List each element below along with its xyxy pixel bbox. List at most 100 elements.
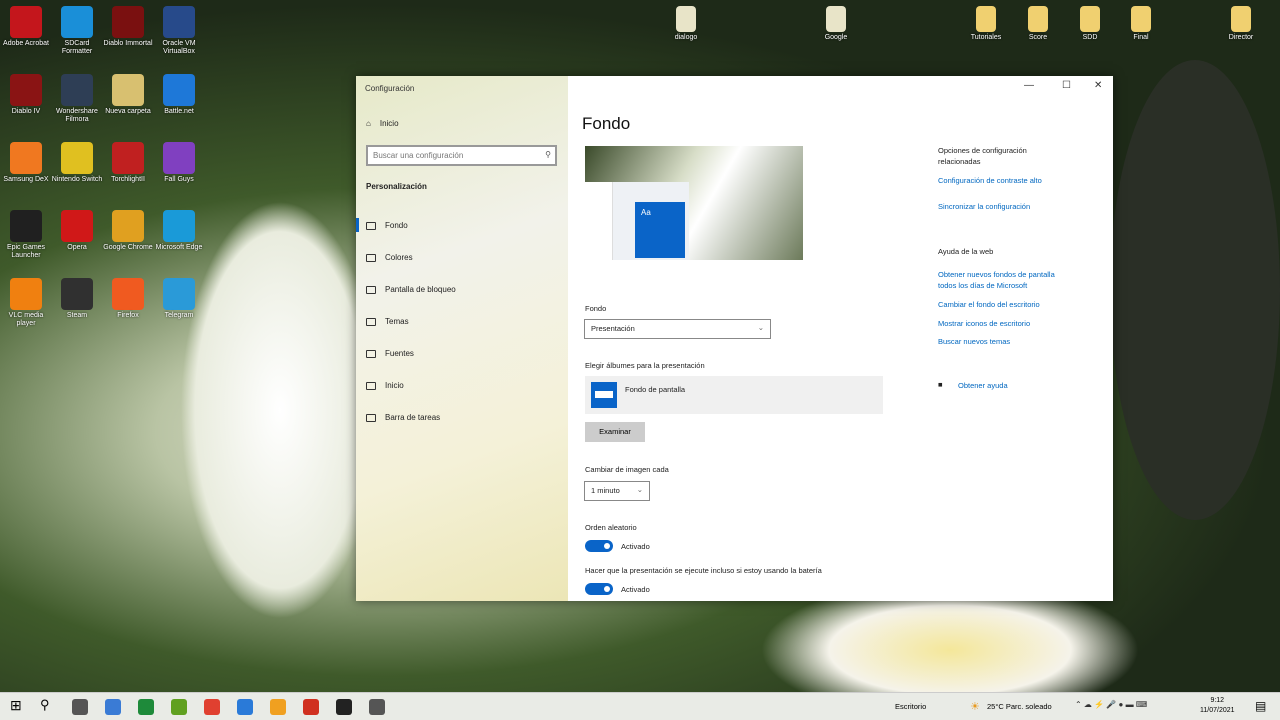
desktop-icon[interactable]: Score (1012, 6, 1064, 42)
taskbar-app-icon[interactable] (105, 699, 121, 715)
taskbar-app-icon[interactable] (138, 699, 154, 715)
background-preview: Aa (585, 146, 803, 260)
desktop-icon[interactable]: Tutoriales (960, 6, 1012, 42)
image-icon (366, 221, 376, 230)
desktop-icon[interactable]: Epic Games Launcher (0, 210, 52, 260)
interval-dropdown[interactable]: 1 minuto ⌄ (584, 481, 650, 501)
weather[interactable]: 25°C Parc. soleado (987, 702, 1052, 711)
sidebar-home[interactable]: ⌂ Inicio (366, 119, 399, 128)
window-title: Configuración (365, 84, 415, 93)
close-button[interactable]: ✕ (1094, 80, 1102, 91)
desktop-icon[interactable]: SDD (1064, 6, 1116, 42)
desktop-toolbar[interactable]: Escritorio (895, 702, 926, 711)
maximize-button[interactable]: ☐ (1062, 80, 1071, 91)
main-content: — ☐ ✕ Fondo Aa Fondo Presentación ⌄ Elegi… (568, 76, 1113, 601)
taskbar-app-icon[interactable] (270, 699, 286, 715)
sidebar-item-2[interactable]: Pantalla de bloqueo (366, 285, 456, 294)
link-find-themes[interactable]: Buscar nuevos temas (938, 337, 1010, 346)
desktop-icon[interactable]: Nueva carpeta (102, 74, 154, 116)
desktop-icon[interactable]: Telegram (153, 278, 205, 320)
link-get-help[interactable]: Obtener ayuda (958, 381, 1008, 390)
tray-icons[interactable]: ⌃ ☁ ⚡ 🎤 ● ▬ ⌨ (1075, 700, 1147, 709)
desktop-icon-label: Diablo IV (11, 108, 41, 115)
preview-window: Aa (585, 182, 689, 260)
sidebar-item-3[interactable]: Temas (366, 317, 409, 326)
weather-icon: ☀ (970, 701, 980, 713)
desktop-icon[interactable]: Opera (51, 210, 103, 252)
link-high-contrast[interactable]: Configuración de contraste alto (938, 176, 1042, 185)
desktop-icon[interactable]: TorchlightII (102, 142, 154, 184)
background-label: Fondo (585, 304, 607, 313)
settings-window: Configuración ⌂ Inicio Buscar una configu… (356, 76, 1113, 601)
desktop-icon[interactable]: Diablo IV (0, 74, 52, 116)
taskbar-app-icon[interactable] (171, 699, 187, 715)
desktop-icon[interactable]: Steam (51, 278, 103, 320)
desktop-icon[interactable]: Nintendo Switch (51, 142, 103, 184)
desktop-icon[interactable]: SDCard Formatter (51, 6, 103, 56)
link-change-background[interactable]: Cambiar el fondo del escritorio (938, 300, 1040, 309)
taskbar-app-icon[interactable] (72, 699, 88, 715)
browse-button[interactable]: Examinar (585, 422, 645, 442)
desktop-icon[interactable]: dialogo (660, 6, 712, 42)
search-icon[interactable]: ⚲ (40, 697, 56, 713)
flower-petal (180, 200, 380, 620)
background-value: Presentación (591, 324, 635, 333)
sidebar-item-4[interactable]: Fuentes (366, 349, 414, 358)
desktop-icon[interactable]: Fall Guys (153, 142, 205, 184)
sidebar-item-label: Pantalla de bloqueo (385, 285, 456, 294)
taskbar-app-icon[interactable] (204, 699, 220, 715)
app-icon (112, 74, 144, 106)
home-icon: ⌂ (366, 119, 371, 128)
search-input[interactable]: Buscar una configuración ⚲ (366, 145, 557, 166)
desktop-icon-label: Final (1133, 34, 1149, 41)
desktop-icon[interactable]: Google (810, 6, 862, 42)
app-icon (61, 6, 93, 38)
interval-label: Cambiar de imagen cada (585, 465, 669, 474)
desktop-icon[interactable]: VLC media player (0, 278, 52, 328)
shuffle-toggle[interactable] (585, 540, 613, 552)
start-button[interactable]: ⊞ (10, 697, 26, 713)
taskbar-app-icon[interactable] (336, 699, 352, 715)
app-icon (163, 6, 195, 38)
desktop-icon[interactable]: Adobe Acrobat (0, 6, 52, 48)
album-item[interactable]: Fondo de pantalla (585, 376, 883, 414)
desktop-icon-label: Epic Games Launcher (6, 244, 46, 259)
desktop-icon-label: Diablo Immortal (103, 40, 153, 47)
desktop-icon[interactable]: Firefox (102, 278, 154, 320)
background-dropdown[interactable]: Presentación ⌄ (584, 319, 771, 339)
sidebar-item-label: Inicio (385, 381, 404, 390)
desktop-icon[interactable]: Oracle VM VirtualBox (153, 6, 205, 56)
sidebar-item-0[interactable]: Fondo (366, 221, 408, 230)
album-name: Fondo de pantalla (625, 385, 686, 394)
desktop-icon[interactable]: Final (1115, 6, 1167, 42)
notification-icon[interactable]: ▤ (1255, 699, 1266, 713)
desktop-icon-label: Tutoriales (970, 34, 1002, 41)
desktop-icon[interactable]: Google Chrome (102, 210, 154, 252)
desktop-icon[interactable]: Diablo Immortal (102, 6, 154, 48)
taskbar-app-icon[interactable] (369, 699, 385, 715)
app-icon (163, 210, 195, 242)
app-icon (112, 6, 144, 38)
minimize-button[interactable]: — (1024, 80, 1034, 91)
desktop-icon[interactable]: Samsung DeX (0, 142, 52, 184)
active-indicator (356, 218, 359, 232)
sidebar-item-5[interactable]: Inicio (366, 381, 404, 390)
taskbar-app-icon[interactable] (303, 699, 319, 715)
time: 9:12 (1210, 697, 1225, 704)
link-sync[interactable]: Sincronizar la configuración (938, 202, 1030, 211)
desktop-icon[interactable]: Director (1215, 6, 1267, 42)
desktop-icon[interactable]: Battle.net (153, 74, 205, 116)
sidebar-item-1[interactable]: Colores (366, 253, 413, 262)
desktop-icon[interactable]: Wondershare Filmora (51, 74, 103, 124)
related-heading: Opciones de configuración relacionadas (938, 146, 1027, 166)
desktop-icon-label: Nintendo Switch (51, 176, 103, 183)
clock[interactable]: 9:12 11/07/2021 (1200, 696, 1235, 716)
desktop-icon[interactable]: Microsoft Edge (153, 210, 205, 252)
taskbar-app-icon[interactable] (237, 699, 253, 715)
link-desktop-icons[interactable]: Mostrar iconos de escritorio (938, 319, 1030, 328)
desktop-icon-label: Telegram (164, 312, 194, 319)
sidebar-item-6[interactable]: Barra de tareas (366, 413, 440, 422)
battery-toggle[interactable] (585, 583, 613, 595)
link-new-wallpapers[interactable]: Obtener nuevos fondos de pantalla todos … (938, 269, 1073, 291)
desktop-icon-label: Firefox (117, 312, 139, 319)
